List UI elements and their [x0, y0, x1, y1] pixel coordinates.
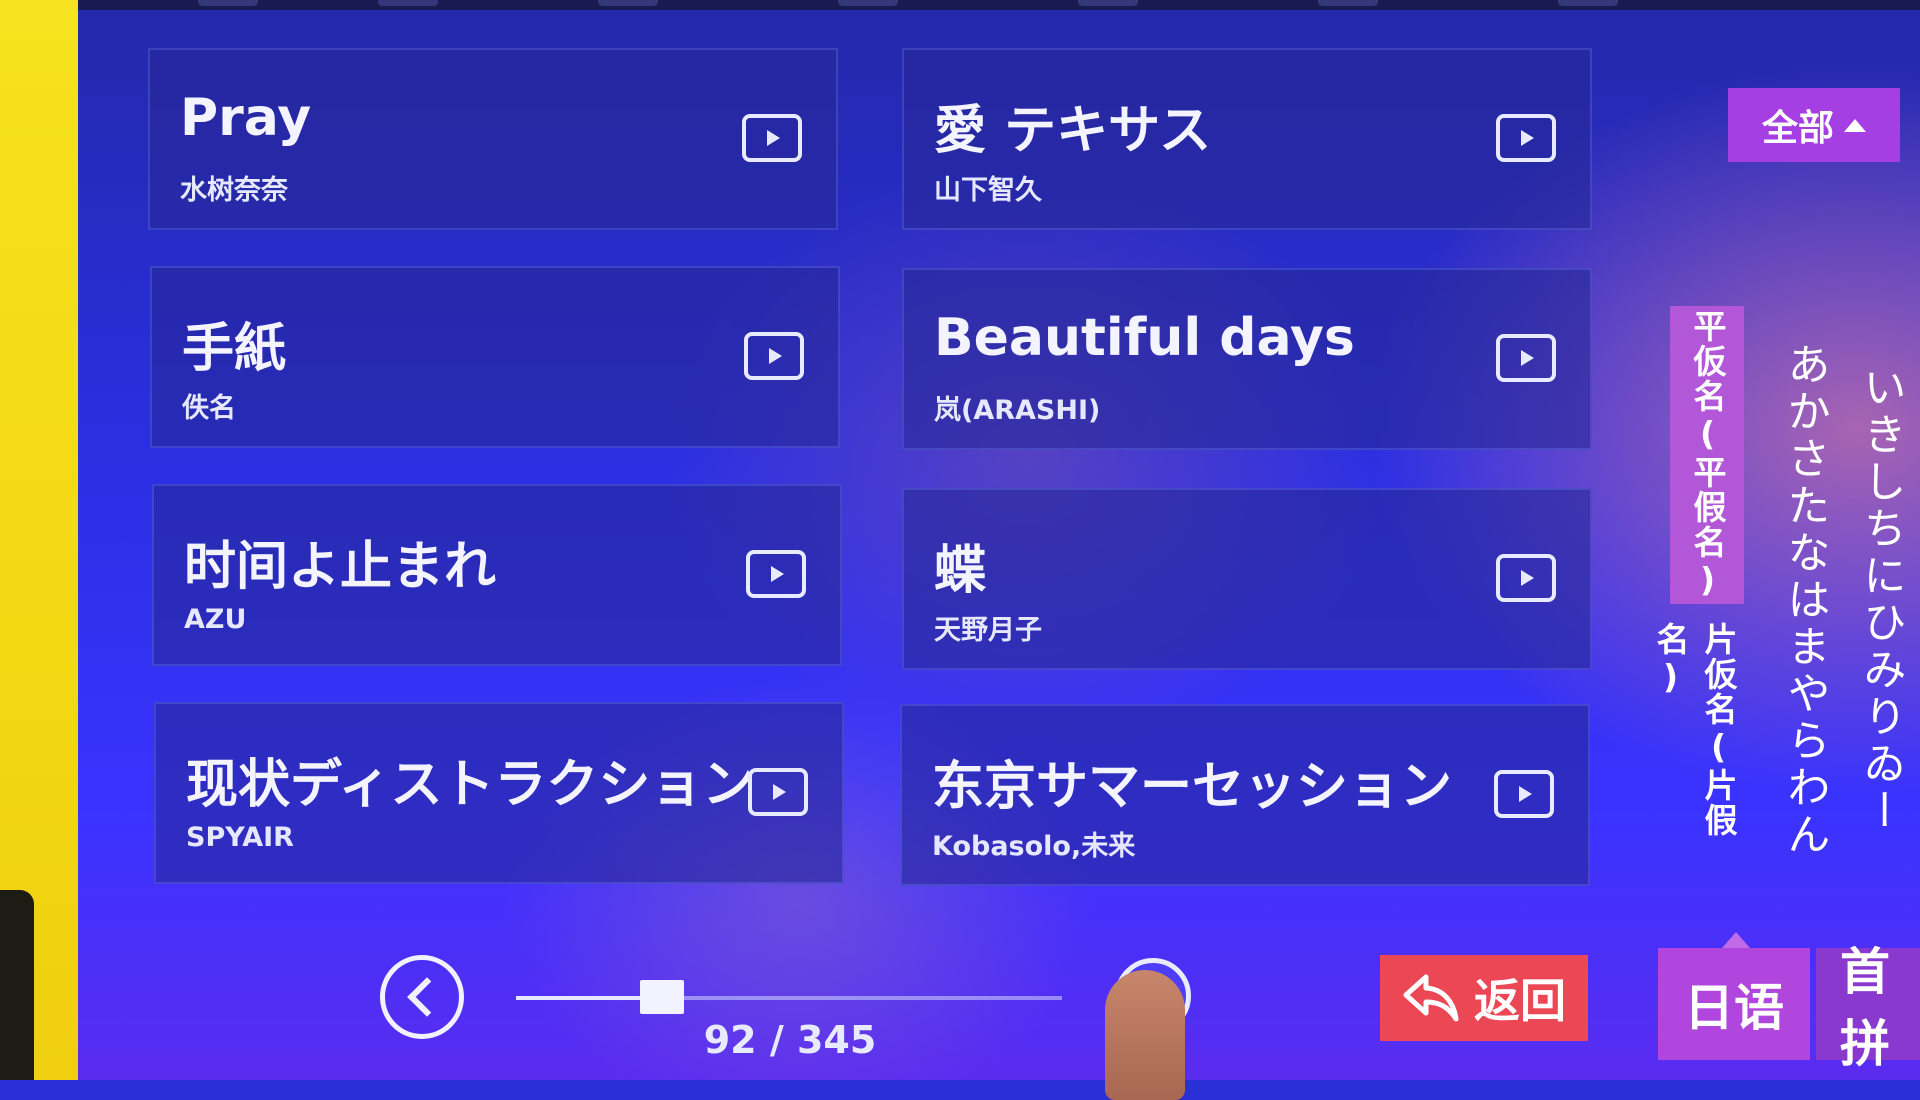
back-button[interactable]: 返回: [1380, 955, 1588, 1041]
page-indicator: 92 / 345: [703, 1018, 877, 1062]
song-title: 时间よ止まれ: [184, 537, 497, 597]
play-icon[interactable]: [742, 114, 802, 162]
page-progress-track[interactable]: [516, 980, 1062, 1014]
filter-all-button[interactable]: 全部: [1728, 88, 1900, 162]
play-icon[interactable]: [1494, 770, 1554, 818]
back-arrow-icon: [1403, 974, 1459, 1022]
song-artist: Kobasolo,未来: [932, 831, 1136, 862]
play-icon[interactable]: [746, 550, 806, 598]
caret-up-icon: [1844, 118, 1866, 132]
play-icon[interactable]: [1496, 334, 1556, 382]
kana-column[interactable]: あかさたなはまやらわん: [1776, 320, 1836, 880]
song-artist: 岚(ARASHI): [934, 395, 1101, 426]
finger-overlay: [1105, 970, 1185, 1100]
song-card[interactable]: 时间よ止まれ AZU: [152, 484, 842, 666]
top-bar: [78, 0, 1920, 10]
chevron-left-icon: [407, 977, 447, 1017]
song-title: 蝶: [934, 541, 987, 601]
song-card[interactable]: 手紙 佚名: [150, 266, 840, 448]
song-artist: 水树奈奈: [180, 175, 288, 206]
song-title: 手紙: [182, 319, 287, 379]
song-artist: AZU: [184, 604, 247, 635]
bezel-left: [0, 0, 78, 1080]
bezel-mark: [0, 890, 34, 1080]
song-title: 现状ディストラクション: [186, 755, 755, 815]
back-label: 返回: [1474, 974, 1566, 1028]
tab-hiragana[interactable]: 平仮名(平假名): [1670, 306, 1744, 604]
song-artist: 佚名: [182, 393, 236, 424]
tab-katakana[interactable]: 片仮名(片假名): [1651, 622, 1742, 892]
kana-column[interactable]: いきしちにひみりゐー: [1852, 320, 1912, 880]
song-card[interactable]: Beautiful days 岚(ARASHI): [902, 268, 1592, 450]
tab-japanese[interactable]: 日语: [1658, 932, 1810, 1060]
song-card[interactable]: 东京サマーセッション Kobasolo,未来: [900, 704, 1590, 886]
page-progress-handle[interactable]: [639, 980, 684, 1014]
prev-page-button[interactable]: [380, 955, 464, 1039]
song-title: Pray: [180, 88, 312, 148]
play-icon[interactable]: [1496, 554, 1556, 602]
play-icon[interactable]: [1496, 114, 1556, 162]
song-artist: 山下智久: [934, 175, 1042, 206]
song-title: 愛 テキサス: [934, 101, 1212, 161]
song-artist: 天野月子: [934, 615, 1042, 646]
song-title: 东京サマーセッション: [932, 757, 1453, 817]
play-icon[interactable]: [744, 332, 804, 380]
song-card[interactable]: Pray 水树奈奈: [148, 48, 838, 230]
filter-label: 全部: [1761, 108, 1834, 149]
song-card[interactable]: 现状ディストラクション SPYAIR: [154, 702, 844, 884]
song-artist: SPYAIR: [186, 822, 294, 853]
song-title: Beautiful days: [934, 308, 1355, 368]
tab-first-letter[interactable]: 首拼: [1816, 943, 1920, 1073]
song-card[interactable]: 蝶 天野月子: [902, 488, 1592, 670]
play-icon[interactable]: [748, 768, 808, 816]
song-card[interactable]: 愛 テキサス 山下智久: [902, 48, 1592, 230]
